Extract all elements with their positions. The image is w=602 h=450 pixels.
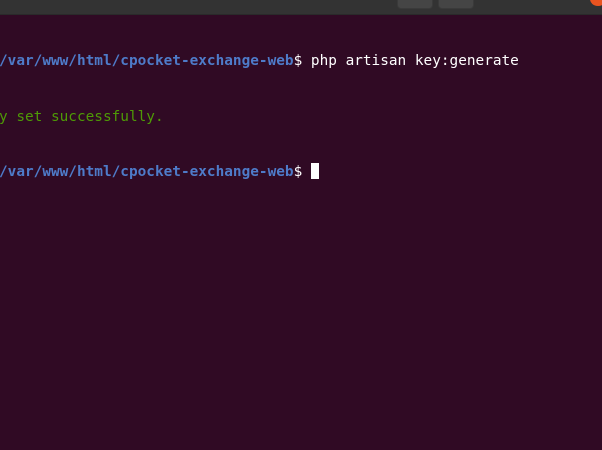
- close-icon[interactable]: [590, 0, 602, 6]
- titlebar-button[interactable]: [438, 0, 474, 9]
- output-line: y set successfully.: [0, 108, 602, 127]
- title-bar: [0, 0, 602, 15]
- success-output: y set successfully.: [0, 108, 164, 125]
- titlebar-button[interactable]: [397, 0, 433, 9]
- prompt-symbol: $: [293, 164, 303, 180]
- prompt-path: /var/www/html/cpocket-exchange-web: [0, 164, 294, 180]
- command-text: php artisan key:generate: [302, 53, 519, 69]
- prompt-symbol: $: [293, 53, 303, 69]
- terminal-window: /var/www/html/cpocket-exchange-web$ php …: [0, 0, 602, 450]
- prompt-line: /var/www/html/cpocket-exchange-web$: [0, 163, 602, 182]
- text-cursor: [310, 163, 319, 179]
- prompt-line: /var/www/html/cpocket-exchange-web$ php …: [0, 52, 602, 71]
- command-text: [302, 164, 311, 180]
- prompt-path: /var/www/html/cpocket-exchange-web: [0, 53, 294, 69]
- terminal-output[interactable]: /var/www/html/cpocket-exchange-web$ php …: [0, 15, 602, 450]
